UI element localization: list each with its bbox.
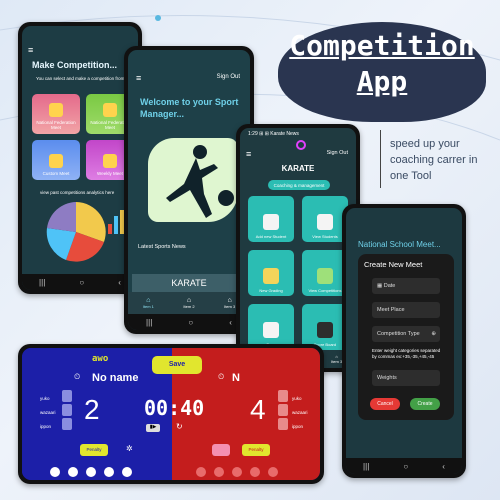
calendar-icon: ▦ bbox=[377, 283, 384, 289]
right-score-controls[interactable] bbox=[278, 390, 288, 432]
add-user-icon bbox=[263, 214, 279, 230]
karate-tab[interactable]: KARATE bbox=[132, 274, 246, 292]
medal-icon bbox=[49, 103, 63, 117]
right-timer-icon[interactable]: ⏲ bbox=[218, 372, 224, 382]
medal-icon bbox=[103, 154, 117, 168]
menu-icon[interactable]: ≡ bbox=[246, 150, 251, 159]
phone-sport-manager: ≡ Sign Out Welcome to your Sport Manager… bbox=[124, 46, 254, 334]
nav-item-3[interactable]: ⌂ Item 3 bbox=[331, 354, 342, 368]
nav-bar: ||| ○ ‹ bbox=[128, 314, 250, 330]
signout-button[interactable]: Sign Out bbox=[217, 74, 240, 80]
match-timer: 00:40 bbox=[144, 396, 205, 420]
nav-item-2[interactable]: ⌂Item 2 bbox=[183, 297, 194, 309]
weights-hint: Enter weight categories separated by com… bbox=[372, 348, 441, 359]
left-points-dots[interactable] bbox=[46, 464, 136, 480]
play-pause-button[interactable]: ▮▶ bbox=[146, 424, 160, 432]
cancel-button[interactable]: Cancel bbox=[370, 398, 400, 410]
grading-icon bbox=[263, 268, 279, 284]
right-labels: yuko wazaari ippon bbox=[292, 396, 308, 429]
phone1-subtitle: You can select and make a competition fr… bbox=[36, 76, 125, 81]
create-button[interactable]: Create bbox=[410, 398, 440, 410]
trophy-icon bbox=[317, 268, 333, 284]
card-add-student[interactable]: Add new Student bbox=[248, 196, 294, 242]
karate-heading: KARATE bbox=[281, 164, 315, 173]
home-icon: ⌂ bbox=[227, 297, 232, 304]
card-new-grading[interactable]: New Grading bbox=[248, 250, 294, 296]
save-button[interactable]: Save bbox=[152, 356, 202, 374]
left-score: 2 bbox=[84, 394, 100, 425]
left-labels: yuko wazaari ippon bbox=[40, 396, 56, 429]
tile-national-1[interactable]: National Federation Meet bbox=[32, 94, 80, 134]
bottom-nav: ⌂Item 1 ⌂Item 2 ⌂Item 3 bbox=[128, 292, 250, 314]
title-line-2: App bbox=[356, 65, 408, 98]
latest-news-label: Latest Sports News bbox=[138, 244, 186, 250]
analytics-chart-icon bbox=[46, 202, 124, 262]
add-icon[interactable]: ⊕ bbox=[431, 331, 436, 337]
right-penalty-button[interactable]: Penalty bbox=[242, 444, 270, 456]
settings-icon[interactable]: ✲ bbox=[126, 444, 133, 453]
camera-notch bbox=[296, 140, 306, 150]
timer-reset-icon[interactable]: ⏲ bbox=[74, 372, 80, 382]
meet-place-field[interactable]: Meet Place bbox=[372, 302, 440, 318]
competition-type-field[interactable]: Competition Type ⊕ bbox=[372, 326, 440, 342]
menu-icon[interactable]: ≡ bbox=[28, 46, 33, 55]
tagline: speed up your coaching carrer in one Too… bbox=[390, 138, 478, 182]
right-points-dots[interactable] bbox=[192, 464, 282, 480]
weights-field[interactable]: Weights bbox=[372, 370, 440, 386]
date-field[interactable]: ▦ Date bbox=[372, 278, 440, 294]
home-icon: ⌂ bbox=[186, 297, 192, 304]
app-title: Competition App bbox=[278, 28, 486, 100]
nav-item-1[interactable]: ⌂Item 1 bbox=[143, 297, 154, 309]
phone-scoreboard: awo Save ⏲ No name ⏲ N yuko wazaari ippon … bbox=[18, 344, 324, 484]
analytics-label: view past competitions analytics here bbox=[40, 190, 115, 195]
create-meet-dialog: Create New Meet ▦ Date Meet Place Compet… bbox=[358, 254, 454, 420]
home-icon: ⌂ bbox=[146, 297, 151, 304]
coaching-chip[interactable]: Coaching & management bbox=[268, 180, 330, 190]
awo-label: awo bbox=[92, 354, 109, 364]
docs-icon bbox=[263, 322, 279, 338]
tile-custom-meet[interactable]: Custom Meet bbox=[32, 140, 80, 180]
phone1-title: Make Competition... bbox=[32, 60, 118, 70]
nav-bar: ||| ○ ‹ bbox=[22, 274, 138, 290]
scoreboard-icon bbox=[317, 322, 333, 338]
dialog-title: Create New Meet bbox=[364, 260, 423, 269]
right-score: 4 bbox=[250, 394, 266, 425]
medal-icon bbox=[49, 154, 63, 168]
meet-header: National School Meet... bbox=[358, 240, 441, 249]
menu-icon[interactable]: ≡ bbox=[136, 74, 141, 83]
reset-icon[interactable]: ↻ bbox=[176, 422, 183, 431]
medal-icon bbox=[103, 103, 117, 117]
player-illustration bbox=[148, 138, 238, 222]
left-penalty-button[interactable]: Penalty bbox=[80, 444, 108, 456]
nav-item-3[interactable]: ⌂ Item 3 bbox=[224, 297, 235, 309]
title-line-1: Competition bbox=[289, 29, 475, 62]
nav-bar: ||| ○ ‹ bbox=[346, 458, 462, 474]
football-player-icon bbox=[166, 145, 234, 218]
list-icon bbox=[317, 214, 333, 230]
phone-create-meet: National School Meet... Create New Meet … bbox=[342, 204, 466, 478]
welcome-heading: Welcome to your Sport Manager... bbox=[140, 97, 239, 119]
left-flag-button[interactable] bbox=[212, 444, 230, 456]
left-score-controls[interactable] bbox=[62, 390, 72, 432]
right-name[interactable]: N bbox=[232, 372, 240, 384]
left-name[interactable]: No name bbox=[92, 372, 138, 384]
status-bar: 1:29 ⊞ ⊞ Karate News bbox=[248, 131, 299, 137]
signout-button[interactable]: Sign Out bbox=[327, 150, 348, 156]
tagline-divider bbox=[380, 130, 381, 188]
